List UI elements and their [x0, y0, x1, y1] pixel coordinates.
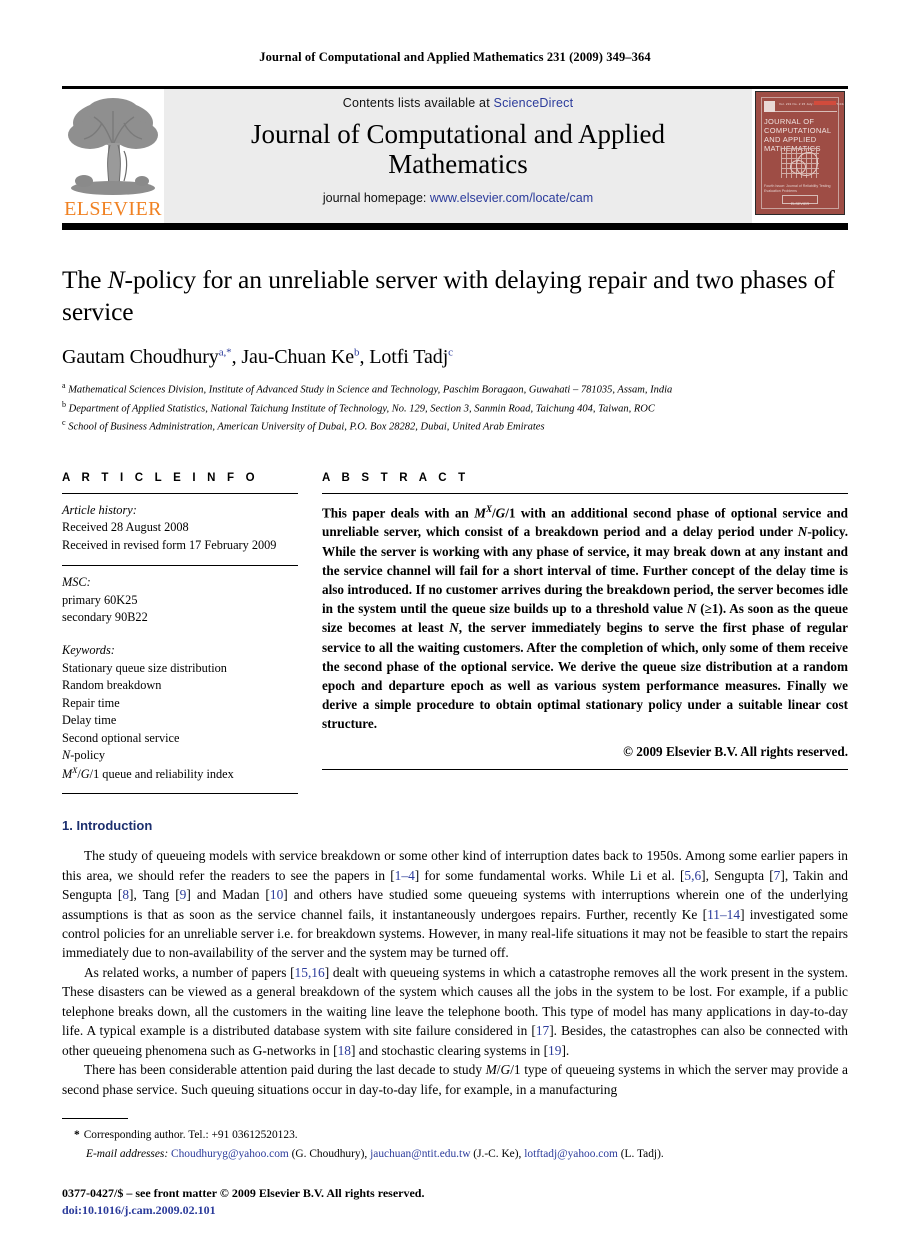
journal-title: Journal of Computational and Applied Mat… [251, 119, 665, 180]
title-part-2: -policy for an unreliable server with de… [62, 265, 835, 326]
author-mark-2[interactable]: b [354, 347, 360, 359]
abstract-column: A B S T R A C T This paper deals with an… [322, 472, 848, 794]
elsevier-tree-icon [68, 98, 158, 195]
keywords-label: Keywords: [62, 643, 115, 658]
msc-primary: primary 60K25 [62, 592, 138, 607]
journal-homepage-link[interactable]: www.elsevier.com/locate/cam [430, 191, 593, 205]
keyword-item: Stationary queue size distribution [62, 660, 227, 675]
affiliation-text-b: Department of Applied Statistics, Nation… [68, 403, 655, 415]
affiliation-list: a Mathematical Sciences Division, Instit… [62, 380, 848, 436]
title-part-1: The [62, 265, 108, 294]
sciencedirect-link[interactable]: ScienceDirect [494, 96, 574, 110]
keyword-item: Delay time [62, 713, 117, 728]
msc-label: MSC: [62, 575, 91, 590]
author-name-1: Gautam Choudhury [62, 346, 219, 369]
article-history-group: Article history: Received 28 August 2008… [62, 494, 298, 554]
cover-accent-bar [814, 101, 836, 105]
doi-link[interactable]: doi:10.1016/j.cam.2009.02.101 [62, 1202, 848, 1219]
affiliation-text-c: School of Business Administration, Ameri… [68, 421, 545, 433]
keyword-item-mx-g-1: MX/G/1 queue and reliability index [62, 765, 234, 781]
footnote-rule [62, 1118, 128, 1120]
abstract-text: This paper deals with an MX/G/1 with an … [322, 503, 848, 732]
running-head: Journal of Computational and Applied Mat… [259, 50, 651, 64]
author-name-3: Lotfi Tadj [369, 346, 449, 369]
affiliation-item: a Mathematical Sciences Division, Instit… [62, 380, 848, 399]
title-symbol-N: N [107, 265, 125, 294]
imprint-line: 0377-0427/$ – see front matter © 2009 El… [62, 1185, 425, 1200]
author-name-2: Jau-Chuan Ke [241, 346, 355, 369]
email-person-3: (L. Tadj) [620, 1147, 661, 1160]
email-addresses-note: E-mail addresses: Choudhuryg@yahoo.com (… [86, 1147, 664, 1160]
article-info-heading: A R T I C L E I N F O [62, 471, 259, 484]
affiliation-mark-a: a [62, 381, 66, 391]
journal-homepage-line: journal homepage: www.elsevier.com/locat… [323, 191, 593, 205]
cover-image: Vol. 231 No. 2 15 July 2009 ISSN 0377-04… [755, 91, 845, 215]
email-person-1: (G. Choudhury) [291, 1147, 365, 1160]
journal-cover-thumbnail: Vol. 231 No. 2 15 July 2009 ISSN 0377-04… [752, 89, 848, 223]
msc-secondary: secondary 90B22 [62, 609, 148, 624]
page-content: Journal of Computational and Applied Mat… [62, 0, 848, 1220]
elsevier-wordmark: ELSEVIER [64, 198, 162, 220]
paragraph-1: The study of queueing models with servic… [62, 848, 848, 961]
cover-curve-graphic-2 [790, 160, 806, 174]
abstract-copyright: © 2009 Elsevier B.V. All rights reserved… [623, 743, 848, 759]
title-block: The N-policy for an unreliable server wi… [62, 264, 848, 436]
info-abstract-row: A R T I C L E I N F O Article history: R… [62, 471, 848, 795]
contents-prefix: Contents lists available at [342, 96, 494, 110]
corresponding-author-text: Corresponding author. Tel.: +91 03612520… [83, 1129, 298, 1142]
email-label: E-mail addresses: [86, 1147, 169, 1160]
email-person-2: (J.-C. Ke) [473, 1147, 519, 1160]
homepage-prefix: journal homepage: [322, 191, 430, 206]
author-mark-3[interactable]: c [448, 347, 453, 359]
email-link-2[interactable]: jauchuan@ntit.edu.tw [370, 1148, 470, 1160]
msc-group: MSC: primary 60K25 secondary 90B22 [62, 566, 298, 626]
author-list: Gautam Choudhurya,*, Jau-Chuan Keb, Lotf… [62, 346, 453, 369]
footnote-block: * Corresponding author. Tel.: +91 0361252… [62, 1126, 848, 1163]
introduction-body: The study of queueing models with servic… [62, 846, 848, 1099]
cover-elsevier-icon [764, 101, 775, 112]
article-history-received: Received 28 August 2008 [62, 520, 189, 535]
journal-masthead: ELSEVIER Contents lists available at Sci… [62, 86, 848, 230]
author-mark-1[interactable]: a,* [219, 347, 232, 359]
corresponding-author-note: * Corresponding author. Tel.: +91 0361252… [74, 1126, 848, 1144]
abstract-heading: A B S T R A C T [322, 471, 470, 484]
keywords-group: Keywords: Stationary queue size distribu… [62, 626, 298, 783]
article-info-column: A R T I C L E I N F O Article history: R… [62, 471, 298, 795]
email-link-3[interactable]: lotftadj@yahoo.com [524, 1148, 618, 1160]
affiliation-text-a: Mathematical Sciences Division, Institut… [68, 384, 673, 396]
masthead-bottom-rule [62, 223, 848, 230]
affiliation-item: c School of Business Administration, Ame… [62, 417, 848, 436]
keyword-item: Second optional service [62, 730, 180, 745]
keyword-item-n-policy: N-policy [62, 748, 106, 763]
article-history-revised: Received in revised form 17 February 200… [62, 537, 277, 552]
elsevier-logo: ELSEVIER [62, 89, 164, 223]
keyword-item: Random breakdown [62, 678, 162, 693]
contents-available-line: Contents lists available at ScienceDirec… [343, 96, 574, 110]
affiliation-mark-c: c [62, 418, 66, 428]
affiliation-mark-b: b [62, 399, 66, 409]
paper-page: Journal of Computational and Applied Mat… [0, 0, 907, 1238]
cover-footer-text: ELSEVIER [790, 201, 810, 206]
keyword-item: Repair time [62, 695, 120, 710]
affiliation-item: b Department of Applied Statistics, Nati… [62, 399, 848, 418]
cover-caption: Fourth Issue: Journal of Reliability Tes… [764, 184, 831, 194]
paragraph-2: As related works, a number of papers [15… [62, 964, 848, 1058]
article-history-label: Article history: [62, 502, 137, 517]
imprint-block: 0377-0427/$ – see front matter © 2009 El… [62, 1185, 848, 1220]
asterisk-icon: * [74, 1129, 80, 1142]
paragraph-3: There has been considerable attention pa… [62, 1062, 848, 1097]
email-link-1[interactable]: Choudhuryg@yahoo.com [171, 1148, 289, 1160]
section-heading-introduction: 1. Introduction [62, 818, 153, 834]
page-title: The N-policy for an unreliable server wi… [62, 264, 848, 327]
masthead-center: Contents lists available at ScienceDirec… [164, 89, 752, 223]
